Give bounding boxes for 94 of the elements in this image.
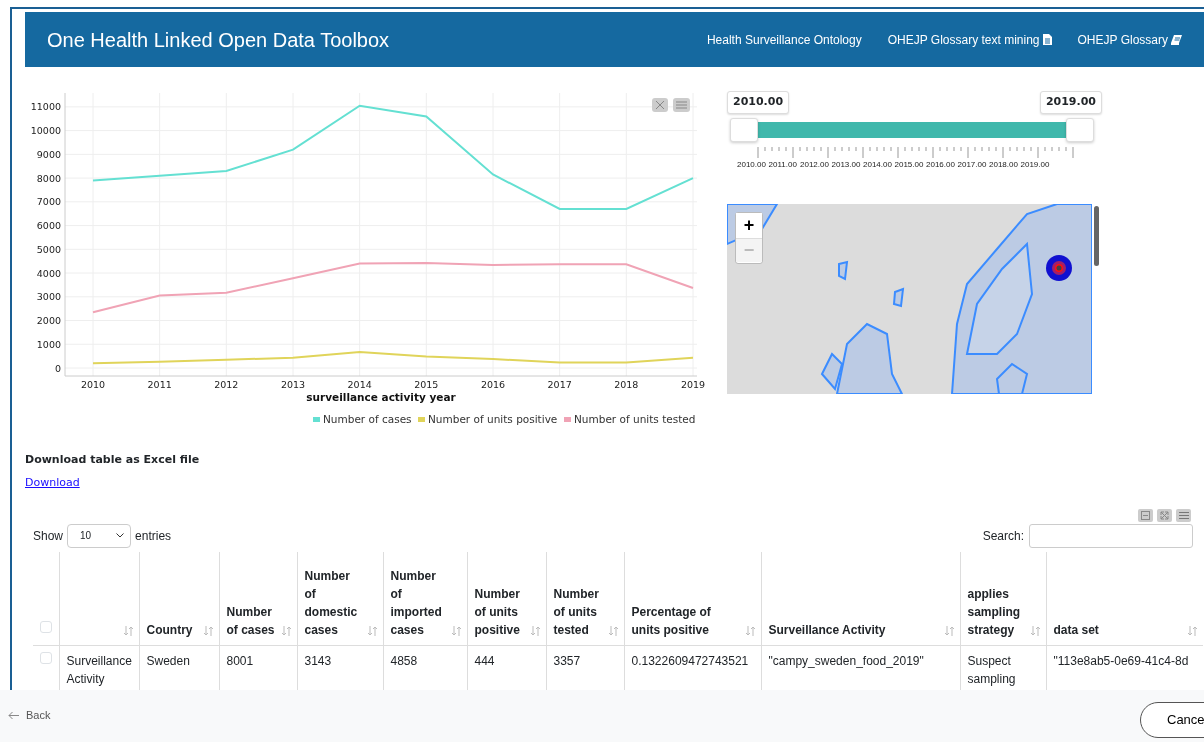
x-tick-label: 2011 xyxy=(147,379,172,390)
y-tick-label: 3000 xyxy=(36,291,61,303)
app-title: One Health Linked Open Data Toolbox xyxy=(47,27,390,52)
book-icon xyxy=(1171,34,1182,45)
sort-icon[interactable] xyxy=(943,626,955,636)
column-header[interactable]: Number of units positive xyxy=(474,585,526,639)
search-field[interactable] xyxy=(1029,523,1193,548)
y-tick-label: 5000 xyxy=(36,243,61,255)
table-cell: 444 xyxy=(474,654,495,668)
sort-icon[interactable] xyxy=(280,626,292,636)
sort-icon[interactable] xyxy=(744,626,756,636)
slider-tick-label: 2018.00 xyxy=(989,159,1019,170)
column-header[interactable]: applies sampling strategy xyxy=(967,585,1026,639)
x-tick-label: 2014 xyxy=(347,379,372,390)
download-link[interactable]: Download xyxy=(25,475,80,489)
table-cell: 3357 xyxy=(553,654,581,668)
x-axis-title: surveillance activity year xyxy=(306,391,456,403)
back-arrow-icon xyxy=(8,710,20,720)
x-tick-label: 2019 xyxy=(680,379,706,390)
sort-icon[interactable] xyxy=(450,626,462,636)
y-tick-label: 4000 xyxy=(36,267,61,279)
entries-label: entries xyxy=(135,527,172,545)
y-tick-label: 10000 xyxy=(30,125,61,137)
cancel-button[interactable]: Cance xyxy=(1140,702,1204,738)
slider-tick-label: 2016.00 xyxy=(926,159,956,170)
column-header[interactable]: data set xyxy=(1053,621,1183,639)
sort-icon[interactable] xyxy=(202,626,214,636)
sort-icon[interactable] xyxy=(366,626,378,636)
scrollbar[interactable] xyxy=(1094,205,1099,266)
range-start-label: 2010.00 xyxy=(727,91,790,114)
legend-item[interactable]: Number of units tested xyxy=(564,413,696,425)
slider-tick-label: 2015.00 xyxy=(894,159,925,170)
expand-icon[interactable] xyxy=(1157,508,1172,522)
legend-item[interactable]: Number of cases xyxy=(313,413,412,425)
slider-tick-label: 2013.00 xyxy=(831,159,862,170)
y-tick-label: 2000 xyxy=(36,315,61,326)
nav-link[interactable]: OHEJP Glossary xyxy=(1077,30,1182,49)
table-cell: Sweden xyxy=(146,654,190,668)
x-tick-label: 2012 xyxy=(214,379,239,390)
nav-link[interactable]: Health Surveillance Ontology xyxy=(706,30,862,49)
y-tick-label: 1000 xyxy=(36,338,61,350)
slider-tick-label: 2011.00 xyxy=(768,159,798,170)
y-tick-label: 9000 xyxy=(36,148,61,160)
column-header[interactable]: Number of imported cases xyxy=(390,567,447,639)
show-label: Show xyxy=(33,527,64,545)
table-cell: 4858 xyxy=(390,654,418,668)
minimize-icon[interactable] xyxy=(1138,508,1153,522)
document-icon xyxy=(1042,34,1052,45)
column-header[interactable]: Number of domestic cases xyxy=(304,567,363,639)
x-tick-label: 2010 xyxy=(80,379,106,390)
page-size-select[interactable]: 10 xyxy=(67,523,132,548)
range-end-label: 2019.00 xyxy=(1039,91,1102,114)
menu-icon[interactable] xyxy=(1176,508,1191,522)
sort-icon[interactable] xyxy=(1186,626,1198,636)
slider-tick-label: 2012.00 xyxy=(800,159,830,170)
slider-tick-label: 2014.00 xyxy=(863,159,893,170)
y-tick-label: 8000 xyxy=(36,172,61,184)
table-cell: 0.1322609472743521 xyxy=(631,654,749,668)
slider-tick-label: 2019.00 xyxy=(1020,159,1051,170)
caret-icon xyxy=(116,533,125,538)
column-header[interactable]: Number of units tested xyxy=(553,585,604,639)
column-header[interactable]: Number of cases xyxy=(226,603,277,639)
x-tick-label: 2017 xyxy=(547,379,572,390)
column-header[interactable]: Country xyxy=(146,621,199,639)
table-cell: "campy_sweden_food_2019" xyxy=(768,654,924,668)
table-cell: Suspect sampling xyxy=(967,654,1016,686)
sort-icon[interactable] xyxy=(607,626,619,636)
y-tick-label: 0 xyxy=(54,362,61,374)
y-tick-label: 11000 xyxy=(30,101,61,113)
select-all-checkbox[interactable] xyxy=(40,621,52,633)
table-cell: "113e8ab5-0e69-41c4-8d xyxy=(1053,654,1189,668)
table-cell: 8001 xyxy=(226,654,254,668)
search-label: Search: xyxy=(982,527,1024,545)
chart-toolbar-icons[interactable] xyxy=(652,98,690,112)
download-heading: Download table as Excel file xyxy=(25,452,201,468)
slider-tick-label: 2010.00 xyxy=(737,159,767,170)
back-link[interactable]: Back xyxy=(26,707,51,724)
legend-item[interactable]: Number of units positive xyxy=(418,413,558,425)
x-tick-label: 2013 xyxy=(280,379,306,390)
column-header[interactable]: Surveillance Activity xyxy=(768,621,940,639)
column-header[interactable]: Percentage of units positive xyxy=(631,603,741,639)
slider-tick-label: 2017.00 xyxy=(957,159,988,170)
sort-icon[interactable] xyxy=(122,626,134,636)
sort-icon[interactable] xyxy=(529,626,541,636)
table-cell: 3143 xyxy=(304,654,332,668)
y-tick-label: 6000 xyxy=(36,220,61,232)
x-tick-label: 2016 xyxy=(480,379,506,390)
row-checkbox[interactable] xyxy=(40,652,52,664)
x-tick-label: 2018 xyxy=(614,379,639,390)
sort-icon[interactable] xyxy=(1029,626,1041,636)
y-tick-label: 7000 xyxy=(36,196,61,208)
x-tick-label: 2015 xyxy=(414,379,439,390)
nav-link[interactable]: OHEJP Glossary text mining xyxy=(887,30,1052,49)
table-cell: Surveillance Activity xyxy=(66,654,132,686)
